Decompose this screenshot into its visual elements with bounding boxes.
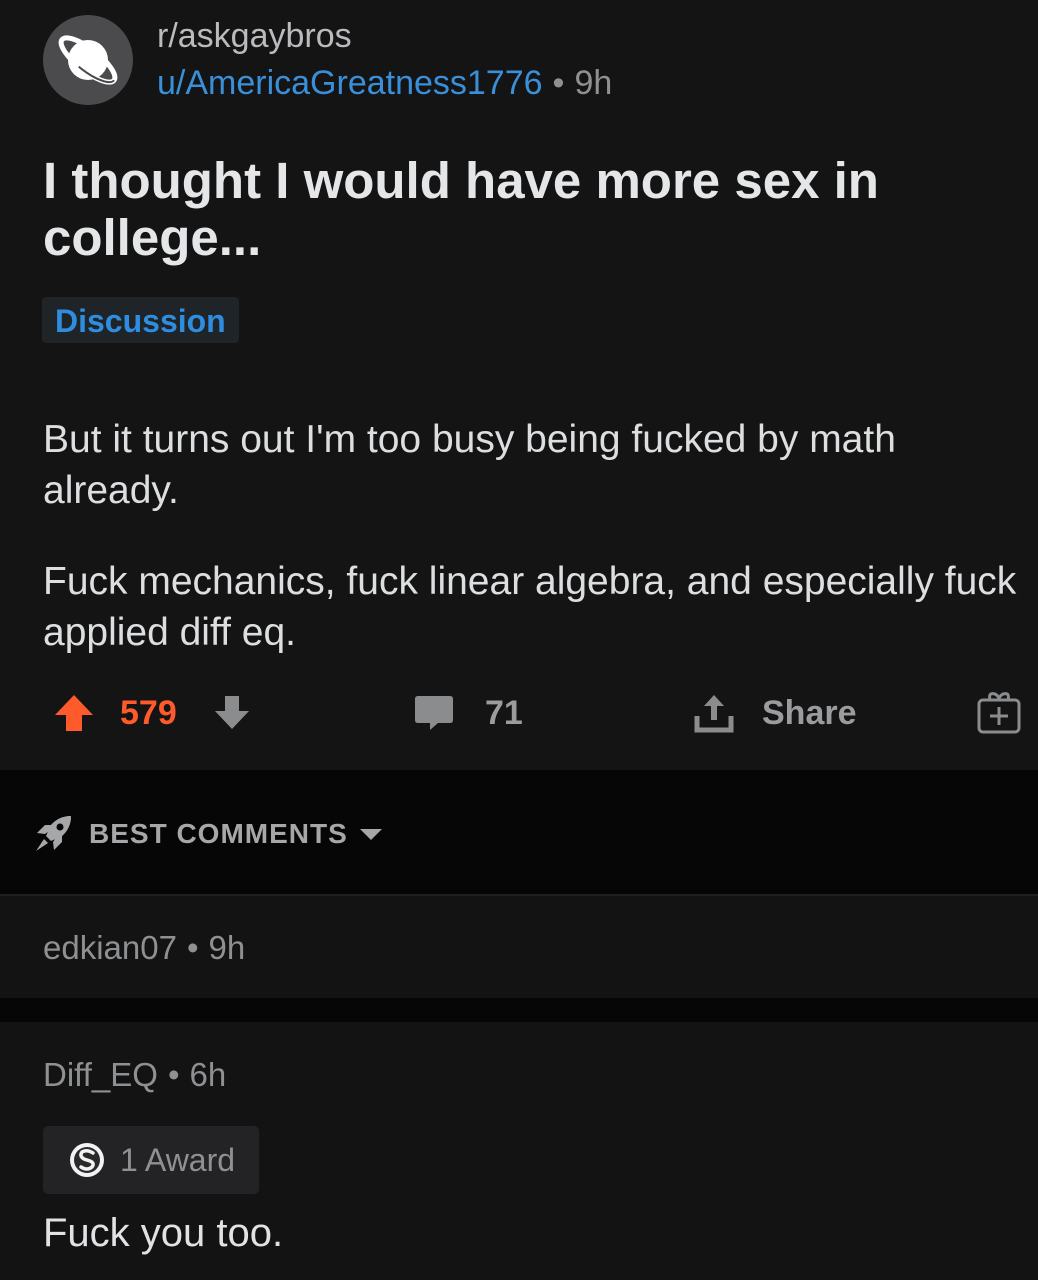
comment-author[interactable]: edkian07 — [43, 929, 177, 966]
share-icon — [694, 695, 734, 733]
comment-author[interactable]: Diff_EQ — [43, 1056, 158, 1093]
comment: edkian07 • 9h — [0, 896, 1038, 998]
comments-button[interactable]: 71 — [413, 688, 523, 738]
comment-meta: edkian07 • 9h — [43, 928, 245, 968]
post-title[interactable]: I thought I would have more sex in colle… — [43, 152, 1003, 266]
comment-sort-dropdown[interactable]: BEST COMMENTS — [33, 814, 384, 854]
sort-label: BEST COMMENTS — [89, 818, 348, 849]
post-author-link[interactable]: u/AmericaGreatness1776 — [157, 64, 543, 102]
downvote-arrow-icon — [215, 696, 249, 729]
subreddit-name[interactable]: r/askgaybros — [157, 16, 352, 56]
comment-divider — [0, 998, 1038, 1022]
post-action-bar: 579 71 Share — [0, 688, 1038, 738]
comment-meta: Diff_EQ • 6h — [43, 1055, 226, 1095]
caret-down-icon — [359, 829, 382, 840]
post-meta: u/AmericaGreatness1776 • 9h — [157, 63, 612, 103]
post-body-paragraph: Fuck mechanics, fuck linear algebra, and… — [43, 560, 1017, 654]
comment-age: 6h — [189, 1056, 227, 1093]
comment-count: 71 — [485, 693, 523, 732]
upvote-arrow-icon — [55, 695, 93, 731]
post-card: r/askgaybros u/AmericaGreatness1776 • 9h I… — [0, 0, 1038, 770]
comment-sort-bar: BEST COMMENTS — [0, 770, 1038, 896]
give-award-button[interactable] — [976, 688, 1022, 738]
downvote-button[interactable] — [212, 688, 252, 738]
gift-box-icon — [977, 692, 1021, 734]
meta-separator: • — [167, 1056, 180, 1093]
post-flair[interactable]: Discussion — [42, 297, 239, 343]
rocket-icon — [36, 816, 71, 851]
share-label: Share — [762, 693, 857, 732]
upvote-button[interactable] — [53, 688, 95, 738]
meta-separator: • — [552, 64, 565, 102]
planet-icon — [58, 35, 118, 85]
award-count: 1 Award — [120, 1141, 236, 1178]
meta-separator: • — [186, 929, 199, 966]
comment-age: 9h — [208, 929, 246, 966]
comment: Diff_EQ • 6h 1 Award Fuck you too. — [0, 1022, 1038, 1280]
post-body-paragraph: But it turns out I'm too busy being fuck… — [43, 418, 896, 512]
post-age: 9h — [574, 64, 613, 102]
vote-score: 579 — [120, 693, 177, 732]
comment-bubble-icon — [415, 696, 453, 730]
subreddit-avatar[interactable] — [43, 15, 133, 105]
award-chip[interactable]: 1 Award — [43, 1126, 260, 1194]
post-body: But it turns out I'm too busy being fuck… — [43, 414, 1028, 698]
comment-body: Fuck you too. — [43, 1211, 284, 1255]
share-button[interactable]: Share — [692, 688, 857, 738]
silver-award-icon — [70, 1143, 104, 1177]
